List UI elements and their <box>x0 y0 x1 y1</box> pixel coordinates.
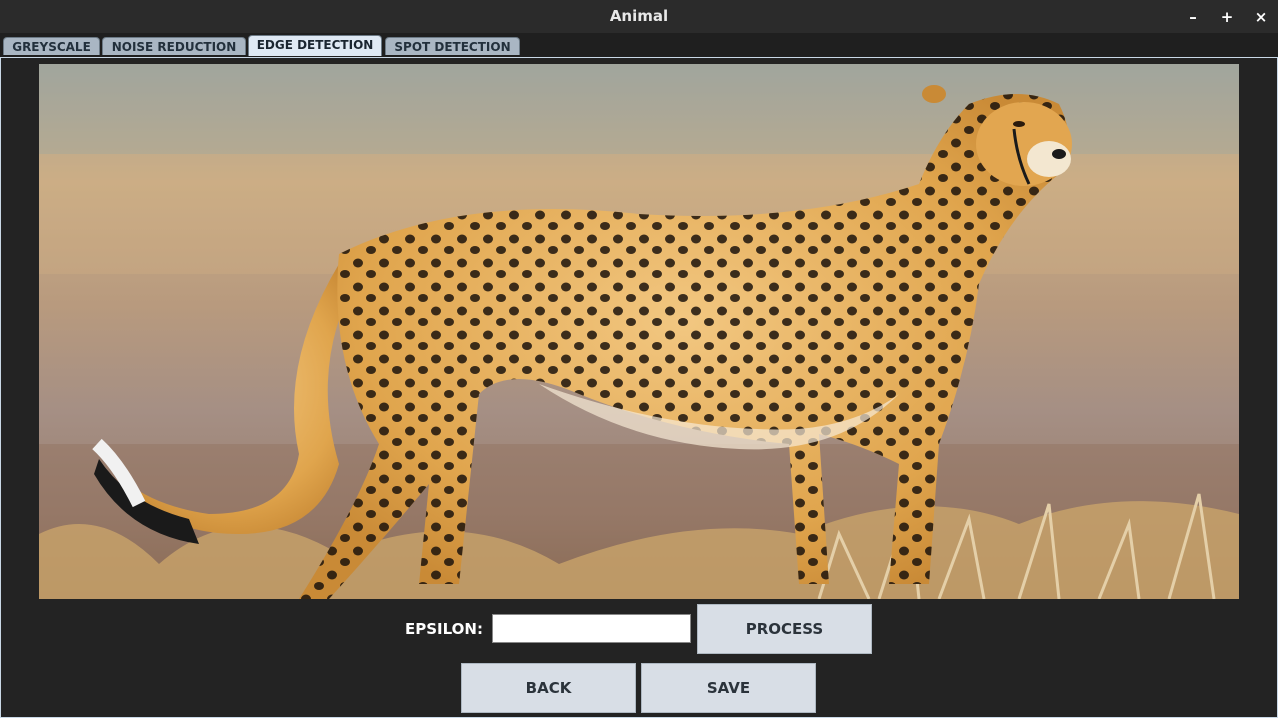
tab-noise-reduction[interactable]: NOISE REDUCTION <box>102 37 246 55</box>
maximize-button[interactable]: + <box>1216 6 1238 28</box>
process-button[interactable]: PROCESS <box>697 604 872 654</box>
epsilon-label: EPSILON: <box>405 620 483 638</box>
tab-edge-detection[interactable]: EDGE DETECTION <box>248 35 382 56</box>
window-title: Animal <box>609 7 669 25</box>
tab-spot-detection[interactable]: SPOT DETECTION <box>385 37 520 55</box>
close-button[interactable]: × <box>1250 6 1272 28</box>
tab-strip: GREYSCALE NOISE REDUCTION EDGE DETECTION… <box>0 34 1278 58</box>
minimize-button[interactable]: – <box>1182 6 1204 28</box>
tab-greyscale[interactable]: GREYSCALE <box>3 37 100 55</box>
epsilon-input[interactable] <box>492 614 691 643</box>
title-bar: Animal – + × <box>0 0 1278 33</box>
back-button[interactable]: BACK <box>461 663 636 713</box>
cheetah-image <box>39 64 1239 599</box>
save-button[interactable]: SAVE <box>641 663 816 713</box>
